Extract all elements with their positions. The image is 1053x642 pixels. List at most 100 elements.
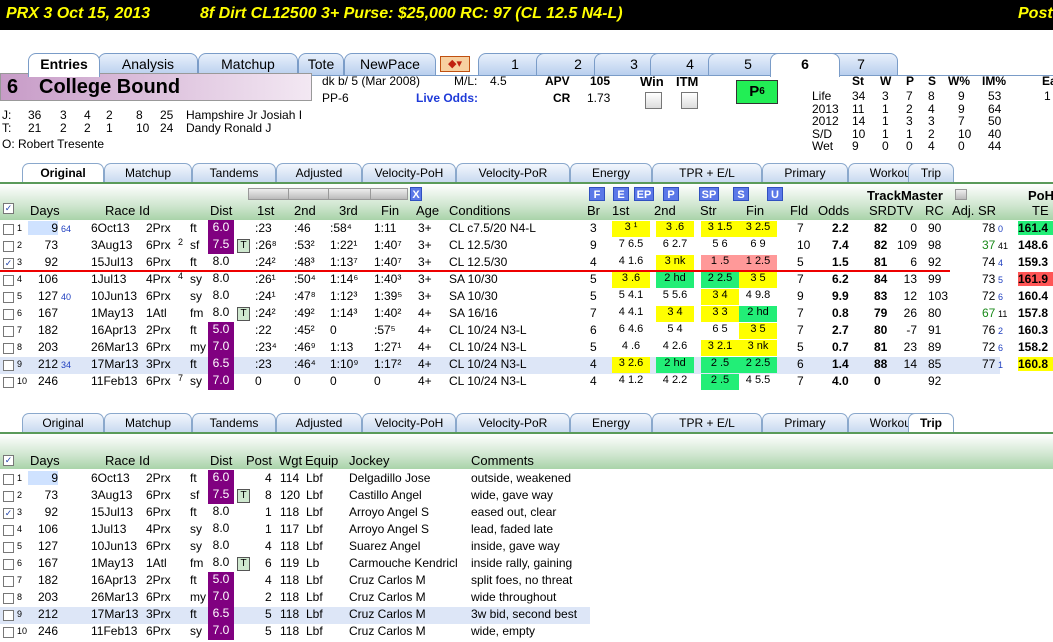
subTabs1-velocity-por[interactable]: Velocity-PoR [456, 163, 570, 183]
subTabs2-velocity-poh[interactable]: Velocity-PoH [362, 413, 456, 433]
subTabs1-energy[interactable]: Energy [570, 163, 652, 183]
run-style-p-button[interactable]: P [663, 187, 679, 201]
win-checkbox[interactable] [645, 92, 662, 109]
trip-date: 1May13 [91, 556, 134, 570]
subTabs2-matchup[interactable]: Matchup [104, 413, 192, 433]
run-style-u-button[interactable]: U [767, 187, 783, 201]
trip-row-checkbox[interactable] [3, 627, 14, 638]
race-track: 6Prx [146, 340, 171, 354]
record-cell: 10 [852, 126, 866, 141]
trip-row-checkbox[interactable] [3, 559, 14, 570]
trip-row-checkbox[interactable] [3, 474, 14, 485]
days-cell: 106 [37, 272, 58, 286]
row-checkbox[interactable] [3, 343, 14, 354]
field-size: 9 [797, 289, 804, 303]
record-cell: 4 [928, 101, 935, 116]
row-checkbox[interactable]: ✓ [3, 258, 14, 269]
x-button[interactable]: X [410, 187, 422, 201]
run-style-s-button[interactable]: S [733, 187, 749, 201]
speed-rating: 80 [874, 323, 888, 337]
record-cell: 44 [988, 139, 1002, 153]
trip-row-checkbox[interactable] [3, 491, 14, 502]
subTabs1-primary[interactable]: Primary [762, 163, 848, 183]
row-checkbox[interactable] [3, 275, 14, 286]
main-tab-matchup[interactable]: Matchup [198, 53, 298, 75]
tm-minus-button[interactable] [955, 189, 967, 200]
row-checkbox[interactable] [3, 241, 14, 252]
trip-distance: 7.0 [208, 623, 234, 640]
record-cell: Life [812, 89, 832, 103]
adjusted-sr: 67 [982, 306, 996, 320]
subTabs1-tpr-e-l[interactable]: TPR + E/L [652, 163, 762, 183]
pp-fin2: 2 hd [739, 306, 777, 322]
row-checkbox[interactable] [3, 326, 14, 337]
p-badge-button[interactable]: P6 [736, 80, 778, 104]
subTabs2-trip[interactable]: Trip [908, 413, 954, 433]
trip-row-number: 3 [17, 507, 23, 517]
trip-row-checkbox[interactable] [3, 610, 14, 621]
subTabs2-velocity-por[interactable]: Velocity-PoR [456, 413, 570, 433]
select-all-checkbox[interactable]: ✓ [3, 203, 14, 214]
subTabs1-adjusted[interactable]: Adjusted [276, 163, 362, 183]
run-style-sp-button[interactable]: SP [699, 187, 719, 201]
race-class: 90 [928, 221, 942, 235]
trip-row-checkbox[interactable] [3, 576, 14, 587]
horse-breed: dk b/ 5 (Mar 2008) [322, 74, 421, 88]
trip-row-checkbox[interactable] [3, 542, 14, 553]
trip-surface: sy [190, 539, 202, 553]
subTabs1-trip[interactable]: Trip [908, 163, 954, 183]
subTabs2-primary[interactable]: Primary [762, 413, 848, 433]
trip-row-checkbox[interactable] [3, 593, 14, 604]
row-checkbox[interactable] [3, 360, 14, 371]
row-checkbox[interactable] [3, 309, 14, 320]
trip-row-checkbox[interactable]: ✓ [3, 508, 14, 519]
trip-equip: Lbf [306, 471, 323, 485]
row-checkbox[interactable] [3, 224, 14, 235]
run-style-f-button[interactable]: F [589, 187, 605, 201]
distance: 7.0 [208, 373, 234, 390]
adjusted-sr-sub: 4 [998, 258, 1004, 268]
row-checkbox[interactable] [3, 377, 14, 388]
fraction-sort-button[interactable] [328, 188, 376, 200]
run-style-e-button[interactable]: E [613, 187, 629, 201]
subTabs1-velocity-poh[interactable]: Velocity-PoH [362, 163, 456, 183]
trip-jockey: Cruz Carlos M [349, 573, 426, 587]
subTabs2-tpr-e-l[interactable]: TPR + E/L [652, 413, 762, 433]
main-tab-analysis[interactable]: Analysis [98, 53, 198, 75]
main-tab-entries[interactable]: Entries [28, 53, 100, 77]
today-divider [0, 270, 950, 272]
newpace-diamond-icon[interactable]: ◆▾ [440, 56, 470, 72]
trip-days: 182 [37, 573, 58, 587]
row-checkbox[interactable] [3, 292, 14, 303]
record-cell: 0 [882, 139, 889, 153]
subTabs2-energy[interactable]: Energy [570, 413, 652, 433]
itm-checkbox[interactable] [681, 92, 698, 109]
race-class: 89 [928, 340, 942, 354]
trip-surface: ft [190, 505, 197, 519]
pp-header-fld: Fld [790, 203, 809, 218]
main-tab-6[interactable]: 6 [770, 53, 840, 77]
race-date: 15Jul13 [91, 255, 134, 269]
pp-p1: 3 .6 [612, 272, 650, 288]
subTabs2-tandems[interactable]: Tandems [192, 413, 276, 433]
main-tab-newpace[interactable]: NewPace [344, 53, 436, 75]
adjusted-sr: 72 [982, 340, 996, 354]
final-time: 1:40⁷ [374, 255, 402, 269]
owner-label: O: [2, 137, 15, 151]
run-style-ep-button[interactable]: EP [634, 187, 654, 201]
main-tab-tote[interactable]: Tote [298, 53, 344, 75]
pp-header-br: Br [587, 203, 600, 218]
subTabs2-adjusted[interactable]: Adjusted [276, 413, 362, 433]
trip-surface: ft [190, 573, 197, 587]
subTabs1-tandems[interactable]: Tandems [192, 163, 276, 183]
subTabs1-matchup[interactable]: Matchup [104, 163, 192, 183]
trip-select-all-checkbox[interactable]: ✓ [3, 455, 14, 466]
te-header: TE [1032, 203, 1049, 218]
break: 5 [590, 272, 597, 286]
trip-weight: 118 [280, 590, 300, 604]
row-number: 10 [17, 376, 28, 386]
subTabs1-original[interactable]: Original [22, 163, 104, 183]
fraction-sort-button[interactable] [370, 188, 408, 200]
trip-row-checkbox[interactable] [3, 525, 14, 536]
subTabs2-original[interactable]: Original [22, 413, 104, 433]
